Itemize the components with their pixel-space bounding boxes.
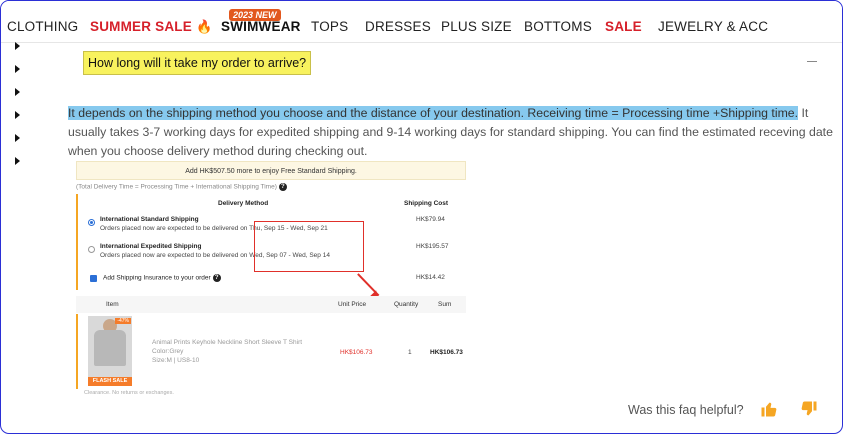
nav-tops[interactable]: TOPS [311,19,348,34]
caret-right-icon[interactable] [15,111,20,119]
flash-sale-badge: FLASH SALE [88,377,132,386]
help-icon: ? [278,183,287,191]
fire-icon: 🔥 [195,19,213,34]
expedited-shipping-price: HK$195.57 [416,243,449,250]
faq-answer: It depends on the shipping method you ch… [68,104,838,161]
help-icon: ? [212,274,221,282]
item-name[interactable]: Animal Prints Keyhole Neckline Short Sle… [152,338,302,347]
delivery-note-text: (Total Delivery Time = Processing Time +… [76,183,277,191]
caret-right-icon[interactable] [15,88,20,96]
radio-selected-icon[interactable] [88,219,95,226]
answer-highlight: It depends on the shipping method you ch… [68,106,799,120]
insurance-label-text: Add Shipping Insurance to your order [103,274,211,282]
caret-right-icon[interactable] [15,65,20,73]
caret-right-icon[interactable] [15,134,20,142]
caret-right-icon[interactable] [15,157,20,165]
delivery-date-highlight [254,221,364,272]
collapse-icon[interactable] [807,61,817,62]
shipping-cost-header: Shipping Cost [404,200,449,207]
unit-price-col: Unit Price [338,301,367,308]
delivery-time-note: (Total Delivery Time = Processing Time +… [76,183,287,191]
thumbs-up-icon[interactable] [760,400,778,418]
item-quantity: 1 [408,349,412,356]
nav-summer-sale-label: SUMMER SALE [90,19,192,34]
quantity-col: Quantity [394,301,419,308]
caret-right-icon[interactable] [15,42,20,50]
nav-dresses[interactable]: DRESSES [365,19,431,34]
item-sum: HK$106.73 [430,349,463,356]
product-thumbnail[interactable]: -47% FLASH SALE [88,316,132,386]
cart-item-row: -47% FLASH SALE Animal Prints Keyhole Ne… [76,314,466,389]
thumbs-down-icon[interactable] [800,400,818,418]
nav-swimwear[interactable]: SWIMWEAR [221,19,301,34]
delivery-method-header: Delivery Method [218,200,269,207]
nav-clothing[interactable]: CLOTHING [7,19,78,34]
standard-shipping-price: HK$79.94 [416,216,445,223]
top-nav: CLOTHING SUMMER SALE 🔥 2023 NEW SWIMWEAR … [1,1,842,43]
sum-col: Sum [438,301,452,308]
free-shipping-banner: Add HK$507.50 more to enjoy Free Standar… [76,161,466,180]
item-size: Size:M | US8-10 [152,357,200,364]
radio-icon[interactable] [88,246,95,253]
insurance-label: Add Shipping Insurance to your order? [103,274,221,282]
faq-question[interactable]: How long will it take my order to arrive… [83,51,312,75]
checkout-screenshot: Add HK$507.50 more to enjoy Free Standar… [74,161,466,399]
item-col: Item [106,301,119,308]
page-frame: CLOTHING SUMMER SALE 🔥 2023 NEW SWIMWEAR … [0,0,843,434]
item-details: Animal Prints Keyhole Neckline Short Sle… [152,338,302,365]
item-unit-price: HK$106.73 [340,349,373,356]
nav-summer-sale[interactable]: SUMMER SALE 🔥 [90,19,212,35]
tshirt-shape [94,330,126,366]
insurance-checkbox[interactable] [90,275,97,282]
clearance-note: Clearance. No returns or exchanges. [84,390,174,396]
nav-sale[interactable]: SALE [605,19,642,34]
items-header: Item Unit Price Quantity Sum [76,296,466,313]
nav-jewelry[interactable]: JEWELRY & ACC [658,19,768,34]
nav-plus-size[interactable]: PLUS SIZE [441,19,512,34]
item-color: Color:Grey [152,348,184,355]
discount-badge: -47% [115,318,131,324]
insurance-price: HK$14.42 [416,274,445,281]
nav-bottoms[interactable]: BOTTOMS [524,19,592,34]
helpful-prompt: Was this faq helpful? [628,403,744,417]
